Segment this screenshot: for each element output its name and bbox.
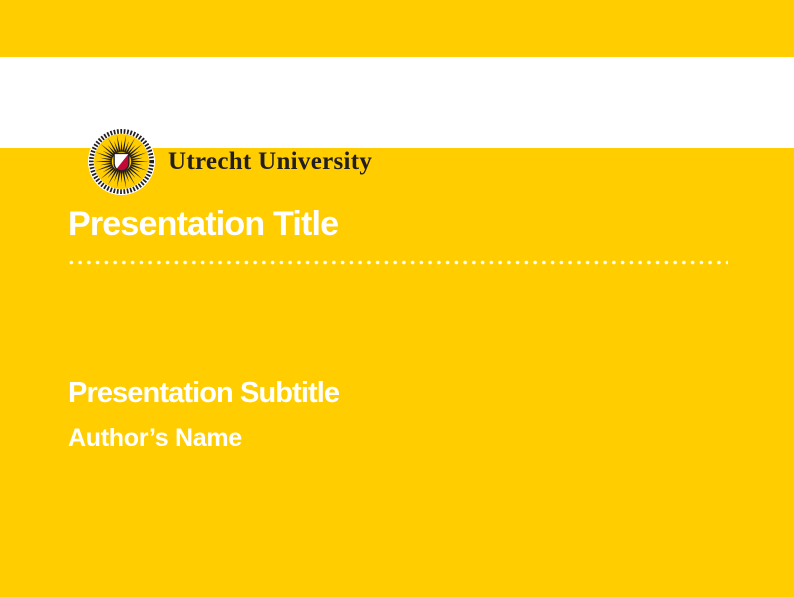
- university-wordmark: Utrecht University: [168, 147, 372, 177]
- title-slide: Utrecht University Presentation Title Pr…: [0, 0, 794, 597]
- logo-band: Utrecht University: [0, 57, 794, 148]
- presentation-subtitle: Presentation Subtitle: [68, 375, 339, 411]
- presentation-title: Presentation Title: [68, 203, 338, 245]
- author-name: Author’s Name: [68, 423, 242, 454]
- dotted-separator: [67, 259, 728, 266]
- utrecht-university-seal-icon: [88, 128, 155, 195]
